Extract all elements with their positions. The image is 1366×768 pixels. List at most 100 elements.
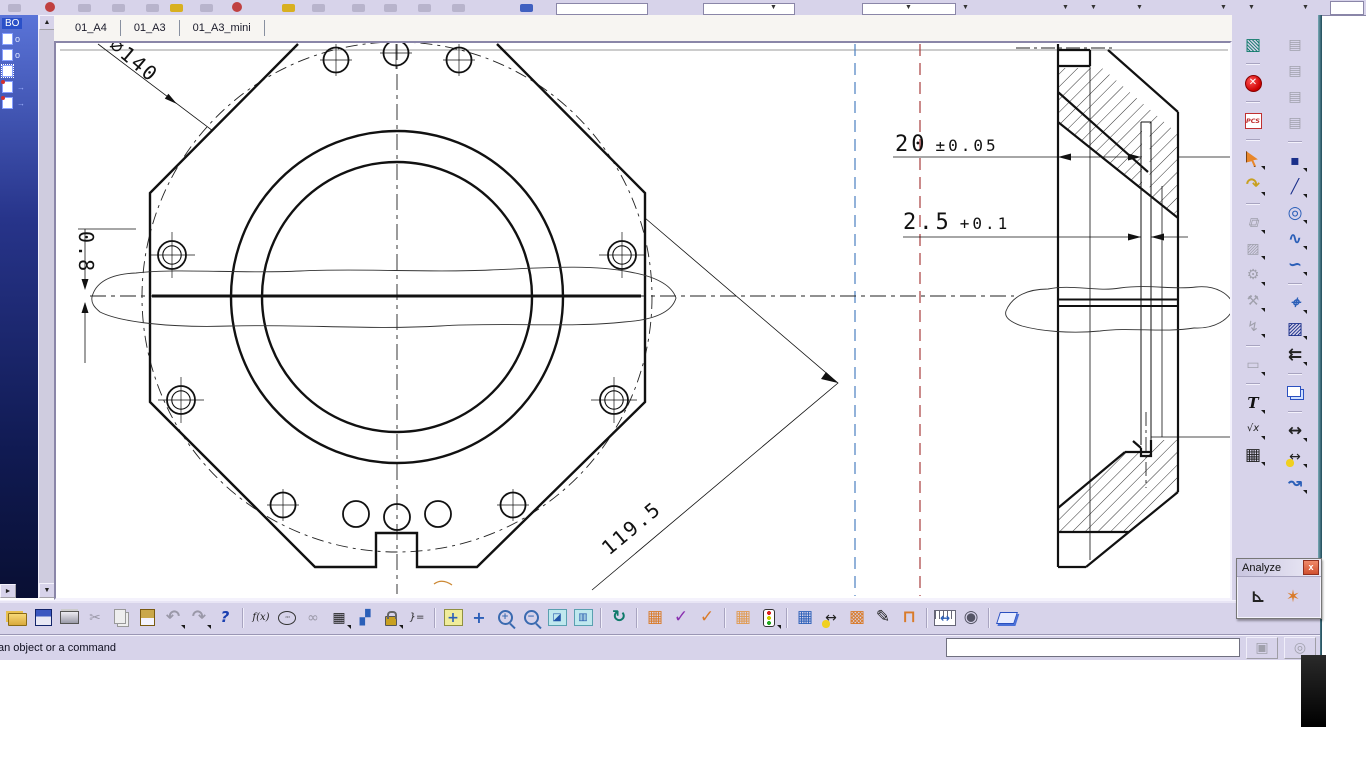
open-icon[interactable]: [4, 606, 30, 630]
line-icon[interactable]: ╱: [1282, 175, 1308, 199]
paste-icon[interactable]: [134, 606, 160, 630]
scroll-up-icon[interactable]: ▲: [39, 15, 55, 30]
chevron-down-icon[interactable]: ▼: [770, 4, 777, 11]
circle-icon[interactable]: ◎: [1282, 201, 1308, 225]
dropdown-caret-icon[interactable]: [1303, 194, 1307, 198]
sheets-blue-icon[interactable]: [1282, 381, 1308, 405]
dropdown-caret-icon[interactable]: [1261, 192, 1265, 196]
expand-arrow-icon[interactable]: →: [17, 83, 25, 92]
curve-icon[interactable]: ∽: [1282, 253, 1308, 277]
drawing-canvas[interactable]: ⌀140 0.8 20±0.05: [56, 43, 1230, 598]
dropdown-caret-icon[interactable]: [1261, 166, 1265, 170]
expand-arrow-icon[interactable]: →: [17, 99, 25, 108]
print-icon[interactable]: [56, 606, 82, 630]
chain-dimension-icon[interactable]: ↔: [1282, 419, 1308, 443]
fit-all-in-icon[interactable]: +: [440, 606, 466, 630]
snap-to-point-icon[interactable]: ✓: [668, 606, 694, 630]
detail-view-icon[interactable]: ⚙: [1240, 263, 1266, 287]
dimension-gold-icon[interactable]: ↔: [818, 606, 844, 630]
lock-icon[interactable]: [378, 606, 404, 630]
dropdown-caret-icon[interactable]: [1261, 282, 1265, 286]
tree-hscroll-arrow[interactable]: ►: [0, 584, 16, 598]
dropdown-caret-icon[interactable]: [1261, 256, 1265, 260]
update-icon[interactable]: ↻: [606, 606, 632, 630]
dropdown-caret-icon[interactable]: [399, 625, 403, 629]
cut-icon[interactable]: ✂: [82, 606, 108, 630]
point-icon[interactable]: ▪: [1282, 149, 1308, 173]
dropdown-caret-icon[interactable]: [1303, 336, 1307, 340]
instantiate-icon[interactable]: ▩: [844, 606, 870, 630]
dropdown-caret-icon[interactable]: [1261, 334, 1265, 338]
dim1195-text[interactable]: 119.5: [597, 496, 666, 560]
sketch-tools-icon[interactable]: ✎: [870, 606, 896, 630]
chevron-down-icon[interactable]: ▼: [1248, 4, 1255, 11]
catalog-browser-icon[interactable]: [994, 606, 1020, 630]
copy-icon[interactable]: [108, 606, 134, 630]
front-view[interactable]: [90, 43, 1014, 594]
target-icon[interactable]: ⌖: [1282, 291, 1308, 315]
zoom-out-icon[interactable]: −: [518, 606, 544, 630]
tree-scrollbar[interactable]: ▲ ▼: [38, 15, 55, 598]
delete-icon[interactable]: ✕: [1240, 71, 1266, 95]
dropdown-caret-icon[interactable]: [207, 625, 211, 629]
clipping-view-icon[interactable]: ⚒: [1240, 289, 1266, 313]
command-input[interactable]: [946, 638, 1240, 657]
grid-icon[interactable]: ▦: [642, 606, 668, 630]
tree-item[interactable]: →: [0, 95, 38, 111]
pcs-icon[interactable]: PCS: [1240, 109, 1266, 133]
dropdown-caret-icon[interactable]: [1303, 272, 1307, 276]
section-view[interactable]: [1006, 44, 1230, 567]
dimension-analysis-icon[interactable]: ✶: [1277, 582, 1309, 612]
curve-arrow-icon[interactable]: ↝: [1282, 471, 1308, 495]
constraint-icon[interactable]: ⊓: [896, 606, 922, 630]
analysis-display-icon[interactable]: ✓: [694, 606, 720, 630]
dim20-text[interactable]: 20±0.05: [895, 132, 999, 157]
sheet-tab-01-a3[interactable]: 01_A3: [121, 20, 180, 36]
dropdown-caret-icon[interactable]: [1303, 490, 1307, 494]
normal-view-icon[interactable]: ◪: [544, 606, 570, 630]
dropdown-caret-icon[interactable]: [1303, 220, 1307, 224]
create-views-icon[interactable]: ▥: [570, 606, 596, 630]
dropdown-caret-icon[interactable]: [1303, 362, 1307, 366]
dim140-text[interactable]: ⌀140: [105, 43, 163, 87]
close-icon[interactable]: x: [1303, 560, 1319, 575]
wizard-icon[interactable]: ▭: [1240, 353, 1266, 377]
chevron-down-icon[interactable]: ▼: [1136, 4, 1143, 11]
style-combo[interactable]: [556, 3, 648, 15]
tree-item[interactable]: BO: [0, 15, 38, 31]
analyze-palette[interactable]: Analyze x ⊾ ✶: [1236, 558, 1322, 619]
chevron-down-icon[interactable]: ▼: [1220, 4, 1227, 11]
dropdown-caret-icon[interactable]: [1261, 436, 1265, 440]
dim25-text[interactable]: 2.5+0.1: [903, 210, 1010, 235]
dropdown-caret-icon[interactable]: [347, 625, 351, 629]
font-combo[interactable]: [703, 3, 795, 15]
zoom-combo[interactable]: [1330, 1, 1364, 15]
text-icon[interactable]: T: [1240, 391, 1266, 415]
chevron-down-icon[interactable]: ▼: [1062, 4, 1069, 11]
equation-icon[interactable]: √x: [1240, 417, 1266, 441]
dropdown-caret-icon[interactable]: [1261, 230, 1265, 234]
dimensions[interactable]: ⌀140 0.8 20±0.05: [74, 43, 1188, 590]
chevron-down-icon[interactable]: ▼: [905, 4, 912, 11]
table-grid-icon[interactable]: ▦: [1240, 443, 1266, 467]
dimension-system-icon[interactable]: ▦: [730, 606, 756, 630]
dropdown-caret-icon[interactable]: [1261, 372, 1265, 376]
dropdown-caret-icon[interactable]: [1303, 438, 1307, 442]
sheet-views-icon[interactable]: ▧: [1240, 33, 1266, 57]
arrows-icon[interactable]: ⇇: [1282, 343, 1308, 367]
dropdown-caret-icon[interactable]: [1303, 464, 1307, 468]
section-view-icon[interactable]: ▨: [1240, 237, 1266, 261]
drawing-viewport[interactable]: ⌀140 0.8 20±0.05: [54, 41, 1232, 600]
broken-view-icon[interactable]: ↯: [1240, 315, 1266, 339]
flange-outline[interactable]: [150, 44, 645, 567]
chevron-down-icon[interactable]: ▼: [962, 4, 969, 11]
sheet-tab-01-a3-mini[interactable]: 01_A3_mini: [180, 20, 265, 36]
comment-icon[interactable]: ···: [274, 606, 300, 630]
measure-item-icon[interactable]: ◉: [958, 606, 984, 630]
chevron-down-icon[interactable]: ▼: [1090, 4, 1097, 11]
analyze-palette-titlebar[interactable]: Analyze x: [1237, 559, 1321, 577]
tree-item[interactable]: o: [0, 31, 38, 47]
tree-item[interactable]: o: [0, 47, 38, 63]
undo-icon[interactable]: ↶: [160, 606, 186, 630]
dropdown-caret-icon[interactable]: [1303, 246, 1307, 250]
